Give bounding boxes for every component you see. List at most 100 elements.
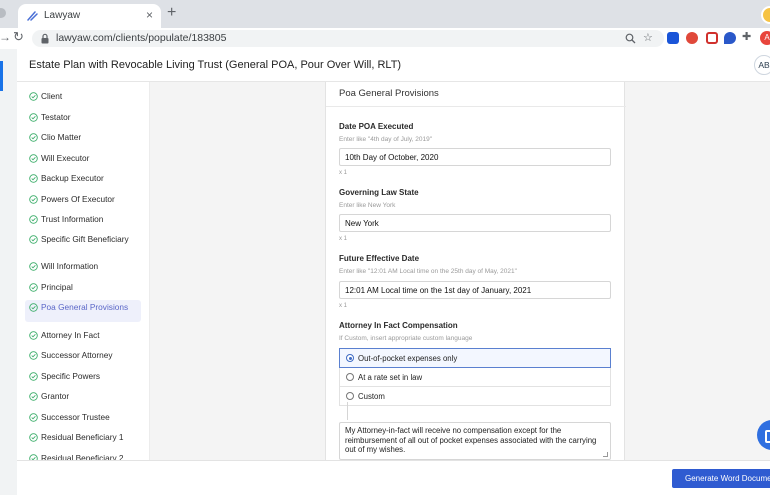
field-help-attorney-compensation: If Custom, insert appropriate custom lan… — [339, 335, 473, 342]
browser-tab-strip: Lawyaw × + — [0, 0, 770, 28]
check-circle-icon — [29, 92, 38, 101]
check-circle-icon — [29, 195, 38, 204]
sidebar-item-residual-beneficiary-1[interactable]: Residual Beneficiary 1 — [25, 430, 141, 446]
sidebar-item-label: Trust Information — [41, 214, 104, 224]
radio-out-of-pocket[interactable]: Out-of-pocket expenses only — [339, 348, 611, 368]
rail-active-indicator — [0, 61, 3, 91]
app-header: Estate Plan with Revocable Living Trust … — [17, 49, 770, 82]
field-label-attorney-compensation: Attorney In Fact Compensation — [339, 321, 458, 330]
field-help-future-effective-date: Enter like "12:01 AM Local time on the 2… — [339, 268, 517, 275]
url-text[interactable]: lawyaw.com/clients/populate/183805 — [56, 32, 226, 44]
radio-rate-set-in-law[interactable]: At a rate set in law — [339, 367, 611, 387]
check-circle-icon — [29, 174, 38, 183]
check-circle-icon — [29, 331, 38, 340]
divider — [326, 106, 626, 107]
sidebar-item-attorney-in-fact[interactable]: Attorney In Fact — [25, 328, 141, 344]
sidebar-item-testator[interactable]: Testator — [25, 110, 141, 126]
sidebar-item-label: Clio Matter — [41, 132, 82, 142]
compensation-custom-textarea[interactable]: My Attorney-in-fact will receive no comp… — [339, 422, 611, 460]
radio-unselected-icon — [346, 373, 354, 381]
field-multiplier: x 1 — [339, 236, 348, 242]
check-circle-icon — [29, 413, 38, 422]
check-circle-icon — [29, 283, 38, 292]
field-help-governing-law-state: Enter like New York — [339, 202, 396, 209]
check-circle-icon — [29, 303, 38, 312]
sidebar-nav: Client Testator Clio Matter Will Executor Ba… — [17, 82, 150, 460]
sidebar-item-will-executor[interactable]: Will Executor — [25, 151, 141, 167]
sidebar-item-grantor[interactable]: Grantor — [25, 389, 141, 405]
tab-title: Lawyaw — [44, 10, 81, 21]
lock-icon — [41, 33, 49, 44]
sidebar-item-clio-matter[interactable]: Clio Matter — [25, 130, 141, 146]
radio-custom[interactable]: Custom — [339, 386, 611, 406]
sidebar-item-will-information[interactable]: Will Information — [25, 259, 141, 275]
extension-video-icon[interactable] — [667, 32, 679, 44]
bookmark-star-icon[interactable]: ☆ — [643, 31, 653, 44]
profile-icon[interactable] — [761, 6, 770, 24]
extension-pen-icon[interactable] — [706, 32, 718, 44]
governing-law-state-input[interactable]: New York — [339, 214, 611, 232]
sidebar-item-backup-executor[interactable]: Backup Executor — [25, 171, 141, 187]
section-title: Poa General Provisions — [339, 88, 439, 99]
resize-handle-icon[interactable] — [603, 452, 608, 457]
sidebar-item-label: Successor Attorney — [41, 350, 113, 360]
sidebar-item-label: Specific Gift Beneficiary — [41, 234, 129, 244]
page-title: Estate Plan with Revocable Living Trust … — [29, 59, 402, 71]
zoom-icon[interactable] — [625, 33, 636, 44]
sidebar-item-powers-of-executor[interactable]: Powers Of Executor — [25, 192, 141, 208]
check-circle-icon — [29, 262, 38, 271]
check-circle-icon — [29, 351, 38, 360]
sidebar-item-successor-attorney[interactable]: Successor Attorney — [25, 348, 141, 364]
radio-label: Out-of-pocket expenses only — [358, 354, 458, 363]
date-poa-executed-input[interactable]: 10th Day of October, 2020 — [339, 148, 611, 166]
sidebar-item-label: Testator — [41, 112, 71, 122]
sidebar-item-residual-beneficiary-2[interactable]: Residual Beneficiary 2 — [25, 451, 141, 460]
address-bar[interactable]: lawyaw.com/clients/populate/183805 ☆ — [32, 30, 664, 47]
sidebar-item-client[interactable]: Client — [25, 89, 141, 105]
sidebar-item-label: Grantor — [41, 391, 70, 401]
radio-unselected-icon — [346, 392, 354, 400]
browser-tab[interactable]: Lawyaw × — [18, 4, 161, 28]
sidebar-item-poa-general-provisions[interactable]: Poa General Provisions — [25, 300, 141, 322]
check-circle-icon — [29, 392, 38, 401]
extension-shield-icon[interactable] — [724, 32, 736, 44]
browser-toolbar: → ↻ lawyaw.com/clients/populate/183805 ☆… — [0, 28, 770, 49]
extensions-puzzle-icon[interactable]: ✚ — [742, 30, 751, 43]
sidebar-item-label: Will Executor — [41, 153, 90, 163]
radio-label: Custom — [358, 392, 385, 401]
sidebar-item-successor-trustee[interactable]: Successor Trustee — [25, 410, 141, 426]
reload-icon[interactable]: ↻ — [13, 29, 24, 45]
field-multiplier: x 1 — [339, 303, 348, 309]
check-circle-icon — [29, 433, 38, 442]
field-help-date-poa-executed: Enter like "4th day of July, 2019" — [339, 136, 433, 143]
sidebar-item-label: Backup Executor — [41, 173, 104, 183]
sidebar-item-label: Successor Trustee — [41, 412, 110, 422]
sidebar-item-label: Principal — [41, 282, 73, 292]
sidebar-item-trust-information[interactable]: Trust Information — [25, 212, 141, 228]
sidebar-item-principal[interactable]: Principal — [25, 280, 141, 296]
future-effective-date-input[interactable]: 12:01 AM Local time on the 1st day of Ja… — [339, 281, 611, 299]
field-multiplier: x 1 — [339, 170, 348, 176]
check-circle-icon — [29, 372, 38, 381]
check-circle-icon — [29, 113, 38, 122]
radio-selected-icon — [346, 354, 354, 362]
forward-icon[interactable]: → — [0, 30, 11, 44]
check-circle-icon — [29, 154, 38, 163]
generate-word-document-button[interactable]: Generate Word Document — [672, 469, 770, 488]
new-tab-button[interactable]: + — [167, 4, 176, 22]
extension-red-icon[interactable] — [686, 32, 698, 44]
profile-avatar[interactable]: A — [760, 31, 770, 45]
sidebar-item-label: Attorney In Fact — [41, 330, 100, 340]
sidebar-item-label: Will Information — [41, 261, 99, 271]
lawyaw-favicon-icon — [27, 11, 38, 21]
check-circle-icon — [29, 133, 38, 142]
connector-line — [347, 402, 348, 420]
sidebar-item-label: Client — [41, 91, 63, 101]
form-card: Poa General Provisions Date POA Executed… — [325, 82, 626, 460]
sidebar-item-specific-powers[interactable]: Specific Powers — [25, 369, 141, 385]
user-avatar[interactable]: AB — [754, 55, 770, 75]
tab-close-icon[interactable]: × — [146, 8, 153, 22]
field-label-date-poa-executed: Date POA Executed — [339, 122, 414, 131]
window-control[interactable] — [0, 8, 6, 18]
sidebar-item-specific-gift-beneficiary[interactable]: Specific Gift Beneficiary — [25, 232, 141, 254]
